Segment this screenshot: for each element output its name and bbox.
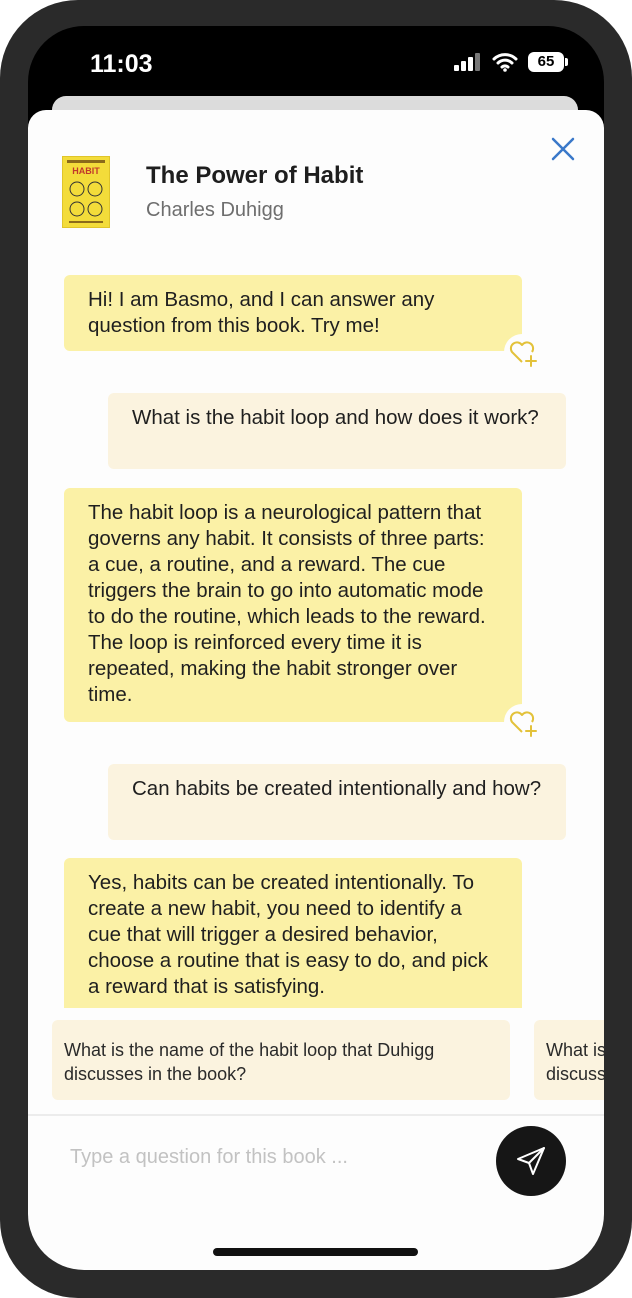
status-time: 11:03 bbox=[90, 50, 153, 78]
book-author: Charles Duhigg bbox=[146, 199, 284, 221]
wifi-icon bbox=[492, 53, 518, 72]
suggestion-chip[interactable]: What is the name of the habit loop that … bbox=[534, 1020, 604, 1100]
book-cover: HABIT bbox=[62, 156, 110, 228]
send-icon bbox=[517, 1147, 545, 1175]
screen: 11:03 65 HABIT The Power of Habit Charle… bbox=[28, 26, 604, 1270]
favorite-button[interactable] bbox=[504, 334, 540, 370]
close-button[interactable] bbox=[548, 134, 578, 164]
question-input[interactable] bbox=[68, 1136, 492, 1178]
book-title: The Power of Habit bbox=[146, 162, 364, 189]
send-button[interactable] bbox=[496, 1126, 566, 1196]
home-indicator[interactable] bbox=[213, 1248, 418, 1256]
close-icon bbox=[551, 137, 575, 161]
heart-plus-icon bbox=[504, 334, 540, 370]
bot-message: Yes, habits can be created intentionally… bbox=[64, 858, 522, 1008]
status-icons: 65 bbox=[454, 52, 568, 72]
bot-message: The habit loop is a neurological pattern… bbox=[64, 488, 522, 722]
suggestion-carousel[interactable]: What is the name of the habit loop that … bbox=[28, 1020, 604, 1102]
chat-thread[interactable]: Hi! I am Basmo, and I can answer any que… bbox=[28, 258, 604, 1008]
user-message: Can habits be created intentionally and … bbox=[108, 764, 566, 840]
signal-icon bbox=[454, 53, 480, 71]
composer-divider bbox=[28, 1114, 604, 1116]
suggestion-chip[interactable]: What is the name of the habit loop that … bbox=[52, 1020, 510, 1100]
phone-frame: 11:03 65 HABIT The Power of Habit Charle… bbox=[0, 0, 632, 1298]
chat-sheet: HABIT The Power of Habit Charles Duhigg … bbox=[28, 110, 604, 1270]
favorite-button[interactable] bbox=[504, 704, 540, 740]
user-message: What is the habit loop and how does it w… bbox=[108, 393, 566, 469]
battery-indicator: 65 bbox=[528, 52, 568, 72]
cover-title-text: HABIT bbox=[72, 166, 100, 176]
heart-plus-icon bbox=[504, 704, 540, 740]
bot-message: Hi! I am Basmo, and I can answer any que… bbox=[64, 275, 522, 351]
book-cover-art: HABIT bbox=[67, 160, 105, 223]
